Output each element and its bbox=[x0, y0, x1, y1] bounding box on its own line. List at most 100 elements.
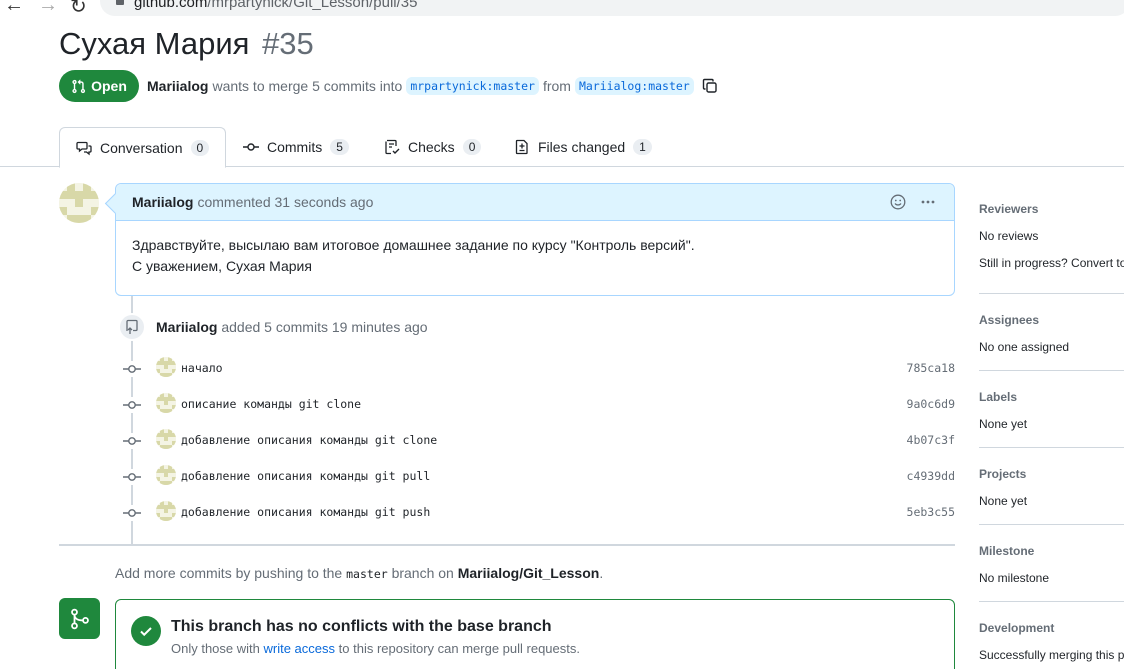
tab-label: Checks bbox=[408, 139, 455, 155]
page-title: Сухая Мария #35 bbox=[59, 26, 314, 62]
sidebar-heading[interactable]: Reviewers bbox=[979, 202, 1124, 216]
tab-counter: 5 bbox=[330, 139, 349, 155]
tab-label: Commits bbox=[267, 139, 323, 155]
copy-icon[interactable] bbox=[702, 78, 718, 94]
sidebar-value: None yet bbox=[979, 417, 1028, 431]
repo-push-icon bbox=[118, 313, 146, 341]
sidebar-labels: Labels None yet bbox=[979, 390, 1124, 431]
url-host: github.com bbox=[134, 0, 208, 11]
comment-header: Mariialog commented 31 seconds ago bbox=[116, 184, 954, 221]
sidebar-heading[interactable]: Development bbox=[979, 621, 1124, 635]
repo-link[interactable]: Mariialog/Git_Lesson bbox=[458, 565, 600, 581]
sidebar-value: None yet bbox=[979, 494, 1028, 508]
commit-sha-link[interactable]: 4b07c3f bbox=[907, 433, 955, 447]
commit-row: начало 785ca18 bbox=[123, 357, 955, 381]
state-badge: Open bbox=[59, 70, 139, 102]
sidebar-value: No reviews bbox=[979, 229, 1039, 243]
timeline-separator bbox=[59, 544, 955, 546]
forward-arrow-icon[interactable]: → bbox=[38, 0, 58, 17]
tab-files-changed[interactable]: Files changed 1 bbox=[498, 127, 668, 167]
pr-number: #35 bbox=[262, 26, 314, 61]
merge-status-box: This branch has no conflicts with the ba… bbox=[115, 599, 955, 669]
sidebar-milestone: Milestone No milestone bbox=[979, 544, 1124, 585]
git-commit-icon bbox=[123, 433, 141, 449]
smiley-icon[interactable] bbox=[890, 194, 906, 210]
sidebar-divider bbox=[979, 293, 1124, 294]
tab-commits[interactable]: Commits 5 bbox=[227, 127, 365, 167]
file-diff-icon bbox=[515, 139, 528, 155]
sidebar-divider bbox=[979, 447, 1124, 448]
pr-author-link[interactable]: Mariialog bbox=[147, 78, 208, 94]
write-access-link[interactable]: write access bbox=[264, 641, 336, 656]
sidebar-divider bbox=[979, 524, 1124, 525]
add-commits-hint: Add more commits by pushing to the maste… bbox=[115, 565, 603, 581]
git-merge-icon bbox=[59, 598, 100, 639]
checklist-icon bbox=[385, 139, 400, 155]
comment-author-link[interactable]: Mariialog bbox=[132, 194, 193, 210]
sidebar-development: Development Successfully merging this pu bbox=[979, 621, 1124, 662]
commits-author-link[interactable]: Mariialog bbox=[156, 319, 217, 335]
address-url[interactable]: github.com/mrpartynick/Git_Lesson/pull/3… bbox=[134, 0, 417, 11]
commit-message-link[interactable]: добавление описания команды git push bbox=[181, 505, 430, 519]
commit-author-avatar[interactable] bbox=[156, 429, 176, 449]
branch-name: master bbox=[346, 567, 388, 581]
comment-timestamp[interactable]: commented 31 seconds ago bbox=[197, 194, 373, 210]
tab-counter: 0 bbox=[190, 139, 210, 156]
lock-icon bbox=[116, 0, 124, 5]
commit-sha-link[interactable]: 5eb3c55 bbox=[907, 505, 955, 519]
pr-meta: Mariialog wants to merge 5 commits into … bbox=[147, 77, 718, 95]
git-commit-icon bbox=[123, 397, 141, 413]
sidebar-heading[interactable]: Labels bbox=[979, 390, 1124, 404]
commit-message-link[interactable]: добавление описания команды git clone bbox=[181, 433, 437, 447]
git-commit-icon bbox=[243, 143, 259, 151]
sidebar-divider bbox=[979, 601, 1124, 602]
merge-text: wants to merge 5 commits into bbox=[212, 78, 403, 94]
git-commit-icon bbox=[123, 505, 141, 521]
commit-message-link[interactable]: описание команды git clone bbox=[181, 397, 361, 411]
merge-status-title: This branch has no conflicts with the ba… bbox=[171, 618, 552, 635]
sidebar-heading[interactable]: Milestone bbox=[979, 544, 1124, 558]
git-commit-icon bbox=[123, 361, 141, 377]
comment-discussion-icon bbox=[76, 141, 92, 155]
tab-label: Files changed bbox=[538, 139, 626, 155]
git-merge-glyph bbox=[70, 608, 89, 629]
commit-author-avatar[interactable] bbox=[156, 393, 176, 413]
commit-sha-link[interactable]: 9a0c6d9 bbox=[907, 397, 955, 411]
comment-body: Здравствуйте, высылаю вам итоговое домаш… bbox=[116, 221, 954, 291]
back-arrow-icon[interactable]: ← bbox=[4, 0, 24, 17]
sidebar-heading[interactable]: Assignees bbox=[979, 313, 1124, 327]
sidebar-value: Successfully merging this pu bbox=[979, 648, 1124, 662]
sidebar-heading[interactable]: Projects bbox=[979, 467, 1124, 481]
commit-row: добавление описания команды git push 5eb… bbox=[123, 501, 955, 525]
commit-row: добавление описания команды git pull c49… bbox=[123, 465, 955, 489]
git-commit-icon bbox=[123, 469, 141, 485]
commit-author-avatar[interactable] bbox=[156, 501, 176, 521]
check-icon bbox=[131, 616, 161, 646]
kebab-horizontal-icon[interactable] bbox=[920, 194, 936, 210]
sidebar-value: No milestone bbox=[979, 571, 1050, 585]
tab-checks[interactable]: Checks 0 bbox=[368, 127, 497, 167]
commit-author-avatar[interactable] bbox=[156, 465, 176, 485]
base-branch[interactable]: mrpartynick:master bbox=[406, 77, 539, 95]
tab-conversation[interactable]: Conversation 0 bbox=[59, 127, 227, 168]
url-path: /mrpartynick/Git_Lesson/pull/35 bbox=[207, 0, 418, 11]
commit-message-link[interactable]: добавление описания команды git pull bbox=[181, 469, 430, 483]
reload-icon[interactable]: ↻ bbox=[70, 0, 87, 19]
pr-title-text: Сухая Мария bbox=[59, 26, 250, 61]
commits-event: Mariialog added 5 commits 19 minutes ago bbox=[156, 319, 428, 335]
commit-sha-link[interactable]: c4939dd bbox=[907, 469, 955, 483]
comment-body-line: С уважением, Сухая Мария bbox=[132, 258, 312, 274]
add-commits-prefix: Add more commits by pushing to the bbox=[115, 565, 343, 581]
sidebar-assignees: Assignees No one assigned bbox=[979, 313, 1124, 354]
commit-message-link[interactable]: начало bbox=[181, 361, 223, 375]
comment-author-avatar[interactable] bbox=[59, 183, 99, 223]
tab-label: Conversation bbox=[100, 139, 183, 156]
repo-push-glyph bbox=[126, 319, 138, 334]
commit-sha-link[interactable]: 785ca18 bbox=[907, 361, 955, 375]
head-branch[interactable]: Mariialog:master bbox=[574, 77, 694, 95]
commit-row: добавление описания команды git clone 4b… bbox=[123, 429, 955, 453]
convert-to-draft-link[interactable]: Still in progress? Convert to bbox=[979, 256, 1124, 270]
commit-author-avatar[interactable] bbox=[156, 357, 176, 377]
comment-actions bbox=[890, 194, 936, 210]
comment-box: Mariialog commented 31 seconds ago Здрав… bbox=[115, 183, 955, 296]
